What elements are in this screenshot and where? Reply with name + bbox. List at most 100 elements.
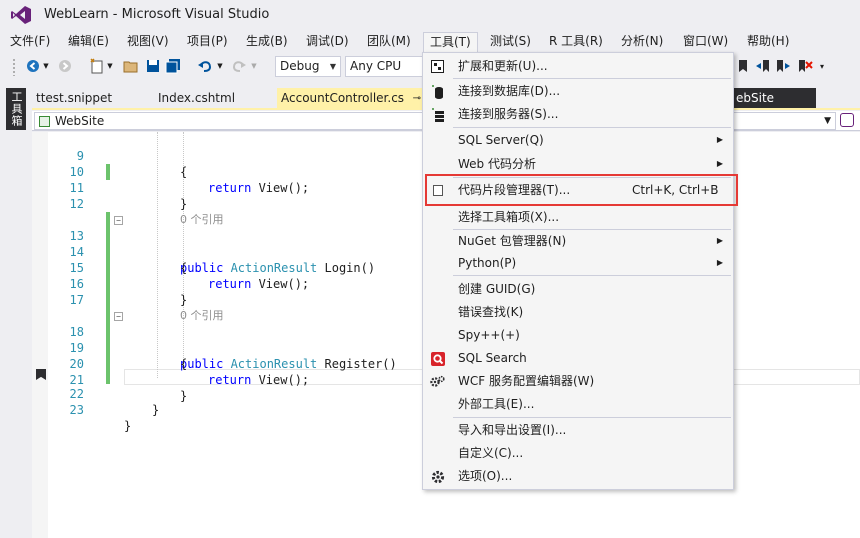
menu-file[interactable]: 文件(F) — [4, 32, 56, 52]
gear-icon — [430, 469, 445, 484]
menu-item-external-tools[interactable]: 外部工具(E)... — [423, 393, 733, 415]
menu-item-label: 连接到数据库(D)... — [458, 84, 561, 98]
tab-index-cshtml[interactable]: Index.cshtml — [154, 88, 272, 110]
bookmark-icon[interactable] — [734, 57, 752, 75]
members-navigation-icon[interactable] — [840, 113, 854, 127]
code-text: } — [152, 403, 160, 417]
new-project-dropdown-icon[interactable]: ▼ — [106, 57, 114, 75]
toolbox-tab[interactable]: 工具箱 — [6, 88, 26, 130]
code-text: } — [124, 419, 132, 433]
navigate-back-dropdown-icon[interactable]: ▼ — [42, 57, 50, 75]
line-number: 23 — [69, 403, 84, 417]
menu-analyze[interactable]: 分析(N) — [615, 32, 669, 52]
save-all-icon[interactable] — [164, 57, 182, 75]
toolbar-overflow-icon[interactable]: ▾ — [817, 57, 827, 75]
menu-separator — [453, 417, 731, 418]
menu-item-label: 错误查找(K) — [458, 305, 524, 319]
menu-separator — [453, 78, 731, 79]
menu-team[interactable]: 团队(M) — [361, 32, 417, 52]
database-connect-icon — [430, 84, 445, 99]
menu-item-label: WCF 服务配置编辑器(W) — [458, 374, 595, 388]
menu-test[interactable]: 测试(S) — [484, 32, 537, 52]
menu-item-web-code-analysis[interactable]: Web 代码分析 ▶ — [423, 153, 733, 175]
menu-item-label: NuGet 包管理器(N) — [458, 234, 567, 248]
submenu-arrow-icon: ▶ — [716, 135, 723, 144]
menu-item-create-guid[interactable]: 创建 GUID(G) — [423, 278, 733, 300]
visual-studio-logo-icon — [11, 6, 31, 24]
menu-item-sql-server[interactable]: SQL Server(Q) ▶ — [423, 129, 733, 151]
menu-item-label: Spy++(+) — [458, 328, 520, 342]
menu-item-connect-database[interactable]: 连接到数据库(D)... — [423, 80, 733, 102]
menu-item-label: Python(P) — [458, 256, 517, 270]
next-bookmark-icon[interactable] — [774, 57, 792, 75]
menu-bar: 文件(F) 编辑(E) 视图(V) 项目(P) 生成(B) 调试(D) 团队(M… — [0, 30, 860, 52]
solution-configuration-select[interactable]: Debug ▼ — [275, 56, 341, 77]
menu-item-label: 外部工具(E)... — [458, 397, 535, 411]
extensions-icon — [430, 59, 445, 74]
menu-item-sql-search[interactable]: SQL Search — [423, 347, 733, 369]
menu-item-label: 导入和导出设置(I)... — [458, 423, 567, 437]
new-project-icon[interactable] — [88, 57, 106, 75]
tab-label: Index.cshtml — [158, 91, 236, 105]
web-project-icon — [39, 116, 50, 127]
menu-help[interactable]: 帮助(H) — [741, 32, 795, 52]
solution-configuration-value: Debug — [280, 59, 320, 73]
menu-item-label: 创建 GUID(G) — [458, 282, 536, 296]
chevron-down-icon: ▼ — [824, 116, 831, 126]
menu-item-label: 选项(O)... — [458, 469, 513, 483]
menu-item-options[interactable]: 选项(O)... — [423, 465, 733, 487]
tab-ttest-snippet[interactable]: ttest.snippet — [32, 88, 150, 110]
tab-account-controller[interactable]: AccountController.cs ⊸ — [277, 88, 423, 110]
menu-build[interactable]: 生成(B) — [240, 32, 294, 52]
menu-project[interactable]: 项目(P) — [181, 32, 234, 52]
tab-label: ebSite — [736, 91, 775, 105]
menu-item-nuget[interactable]: NuGet 包管理器(N) ▶ — [423, 230, 733, 252]
collapse-region-icon[interactable]: − — [114, 216, 123, 225]
menu-item-label: 自定义(C)... — [458, 446, 524, 460]
menu-separator — [453, 127, 731, 128]
menu-item-label: SQL Search — [458, 351, 527, 365]
title-bar: WebLearn - Microsoft Visual Studio — [0, 0, 860, 30]
gears-icon — [430, 374, 445, 389]
menu-tools[interactable]: 工具(T) — [423, 32, 478, 52]
solution-platform-select[interactable]: Any CPU — [345, 56, 422, 77]
toolbar-grip[interactable] — [12, 58, 16, 76]
tab-label: AccountController.cs — [281, 91, 405, 105]
solution-platform-value: Any CPU — [350, 59, 402, 73]
undo-icon[interactable] — [196, 57, 214, 75]
navigate-forward-icon[interactable] — [56, 57, 74, 75]
open-file-icon[interactable] — [122, 57, 140, 75]
menu-item-connect-server[interactable]: 连接到服务器(S)... — [423, 103, 733, 125]
chevron-down-icon: ▼ — [329, 62, 336, 71]
navigate-back-icon[interactable] — [24, 57, 42, 75]
menu-item-wcf-config-editor[interactable]: WCF 服务配置编辑器(W) — [423, 370, 733, 392]
pin-icon[interactable]: ⊸ — [413, 88, 421, 109]
menu-item-python[interactable]: Python(P) ▶ — [423, 252, 733, 274]
menu-r-tools[interactable]: R 工具(R) — [543, 32, 609, 52]
menu-item-error-lookup[interactable]: 错误查找(K) — [423, 301, 733, 323]
menu-item-extensions[interactable]: 扩展和更新(U)... — [423, 55, 733, 77]
save-icon[interactable] — [144, 57, 162, 75]
clear-bookmarks-icon[interactable] — [796, 57, 814, 75]
menu-view[interactable]: 视图(V) — [121, 32, 175, 52]
menu-item-import-export-settings[interactable]: 导入和导出设置(I)... — [423, 419, 733, 441]
collapse-region-icon[interactable]: − — [114, 312, 123, 321]
window-title: WebLearn - Microsoft Visual Studio — [44, 7, 270, 22]
menu-item-customize[interactable]: 自定义(C)... — [423, 442, 733, 464]
sql-search-icon — [430, 351, 445, 366]
highlight-annotation-box — [425, 174, 738, 206]
menu-item-label: SQL Server(Q) — [458, 133, 544, 147]
redo-dropdown-icon[interactable]: ▼ — [250, 57, 258, 75]
menu-debug[interactable]: 调试(D) — [300, 32, 355, 52]
menu-edit[interactable]: 编辑(E) — [62, 32, 115, 52]
menu-item-choose-toolbox-items[interactable]: 选择工具箱项(X)... — [423, 206, 733, 228]
menu-item-label: Web 代码分析 — [458, 157, 536, 171]
menu-window[interactable]: 窗口(W) — [677, 32, 734, 52]
previous-bookmark-icon[interactable] — [754, 57, 772, 75]
redo-icon[interactable] — [230, 57, 248, 75]
submenu-arrow-icon: ▶ — [716, 236, 723, 245]
menu-item-label: 连接到服务器(S)... — [458, 107, 559, 121]
tab-website[interactable]: ebSite — [732, 88, 816, 110]
menu-item-spy[interactable]: Spy++(+) — [423, 324, 733, 346]
undo-dropdown-icon[interactable]: ▼ — [216, 57, 224, 75]
